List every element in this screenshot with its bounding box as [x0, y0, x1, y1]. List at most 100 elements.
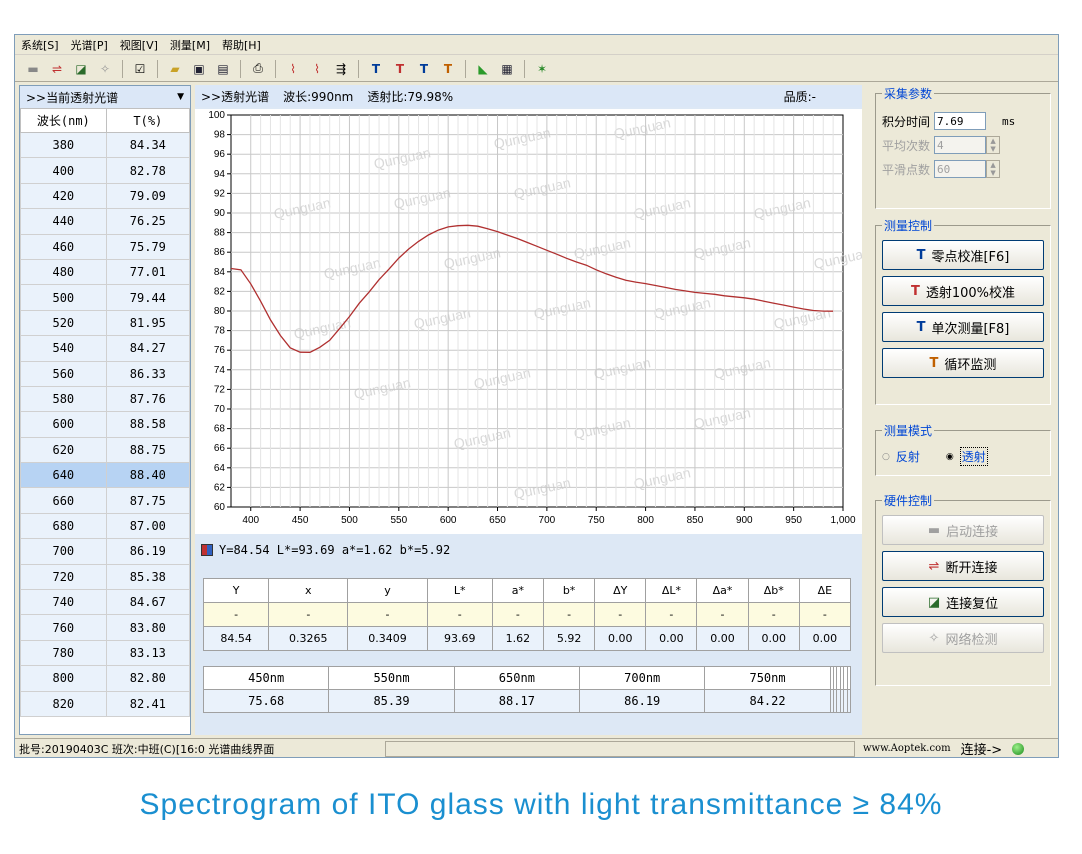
smoothing-points-stepper[interactable]: ▲ ▼ [986, 160, 1001, 178]
transmittance-cell: 88.40 [105, 462, 190, 489]
table-row: 75.68 85.39 88.17 86.19 84.22 [202, 689, 852, 713]
table-row[interactable]: 620 88.75 [20, 436, 190, 464]
color-ref-cell: - [747, 602, 800, 627]
check-icon[interactable]: ☑ [130, 59, 150, 79]
reset-connection-button[interactable]: ◪ 连接复位 [882, 587, 1044, 617]
save-icon[interactable]: ▣ [189, 59, 209, 79]
table-row[interactable]: 580 87.76 [20, 385, 190, 413]
wavelength-cell: 620 [20, 436, 107, 464]
table-row[interactable]: 700 86.19 [20, 538, 190, 565]
transmit-radio[interactable]: ◉ [946, 452, 954, 462]
wavelength-cell: 420 [20, 182, 107, 210]
table-row[interactable]: 680 87.00 [20, 512, 190, 540]
table-row[interactable]: 560 86.33 [20, 360, 190, 387]
average-count-input[interactable] [934, 136, 987, 154]
table-row[interactable]: 740 84.67 [20, 589, 190, 616]
wavelength-cell: 480 [20, 258, 107, 286]
zero-calibration-button[interactable]: T 零点校准[F6] [882, 240, 1044, 270]
single-measure-button[interactable]: T 单次测量[F8] [882, 312, 1044, 342]
spectrum-compare-icon[interactable]: ⌇ [307, 59, 327, 79]
column-header-transmittance[interactable]: T(%) [105, 108, 190, 133]
color-value-cell: 0.00 [696, 626, 749, 651]
full-calibration-icon[interactable]: T [390, 59, 410, 79]
transmit-label[interactable]: 透射 [959, 447, 988, 466]
measure-mode-group: 测量模式 ○ 反射 ◉ 透射 [875, 422, 1051, 476]
loop-monitor-button[interactable]: T 循环监测 [882, 348, 1044, 378]
average-count-stepper[interactable]: ▲ ▼ [986, 136, 1001, 154]
table-row[interactable]: 460 75.79 [20, 233, 190, 260]
table-row[interactable]: 380 84.34 [20, 131, 190, 159]
table-row[interactable]: 520 81.95 [20, 309, 190, 337]
wavelength-value-cell: 86.19 [579, 689, 706, 713]
color-header-cell: ΔY [594, 578, 647, 603]
full-calibration-button[interactable]: T 透射100%校准 [882, 276, 1044, 306]
table-row[interactable]: 600 88.58 [20, 411, 190, 438]
network-icon: ✧ [928, 630, 940, 646]
color-icon[interactable]: ◣ [473, 59, 493, 79]
integration-time-input[interactable] [934, 112, 987, 130]
single-measure-icon[interactable]: T [414, 59, 434, 79]
table-row[interactable]: 800 82.80 [20, 665, 190, 692]
disconnect-button[interactable]: ⇌ 断开连接 [882, 551, 1044, 581]
table-row[interactable]: 760 83.80 [20, 614, 190, 641]
zero-calibration-icon[interactable]: T [366, 59, 386, 79]
spectrum-icon[interactable]: ⌇ [283, 59, 303, 79]
table-row[interactable]: 400 82.78 [20, 157, 190, 184]
table-row[interactable]: 440 76.25 [20, 208, 190, 235]
wavelength-cell: 780 [20, 639, 107, 667]
color-header-cell: Δa* [696, 578, 749, 603]
print-icon[interactable]: ⎙ [248, 59, 268, 79]
run-icon[interactable]: ✶ [532, 59, 552, 79]
reset-icon[interactable]: ◪ [71, 59, 91, 79]
disconnect-icon[interactable]: ⇌ [47, 59, 67, 79]
toolbar-divider [240, 59, 241, 78]
reflect-label[interactable]: 反射 [896, 448, 920, 465]
y-tick-label: 98 [214, 130, 226, 141]
network-icon[interactable]: ✧ [95, 59, 115, 79]
menu-system[interactable]: 系统[S] [21, 37, 59, 53]
table-row[interactable]: 820 82.41 [20, 690, 190, 717]
wavelength-cell: 540 [20, 335, 107, 362]
grid-icon[interactable]: ▦ [497, 59, 517, 79]
menu-spectrum[interactable]: 光谱[P] [71, 37, 108, 53]
network-check-button[interactable]: ✧ 网络检测 [882, 623, 1044, 653]
loop-monitor-icon[interactable]: T [438, 59, 458, 79]
open-folder-icon[interactable]: ▰ [165, 59, 185, 79]
control-panel: 采集参数 积分时间 ms 平均次数 ▲▼ 平滑点数 ▲▼ 测量控制 T 零点校准… [867, 85, 1057, 735]
menu-help[interactable]: 帮助[H] [222, 37, 261, 53]
color-value-cell: 84.54 [202, 626, 270, 651]
chevron-down-icon[interactable]: ▼ [177, 92, 184, 102]
table-row[interactable]: 480 77.01 [20, 258, 190, 286]
table-row[interactable]: 660 87.75 [20, 487, 190, 514]
x-tick-label: 950 [785, 515, 802, 526]
wavelength-cell: 680 [20, 512, 107, 540]
wavelength-cell: 460 [20, 233, 107, 260]
save-as-icon[interactable]: ▤ [213, 59, 233, 79]
column-header-wavelength[interactable]: 波长(nm) [20, 108, 107, 133]
table-row[interactable]: 500 79.44 [20, 284, 190, 311]
menu-view[interactable]: 视图[V] [120, 37, 158, 53]
table-row[interactable]: 640 88.40 [20, 462, 190, 489]
table-row: Yx y L* a* b* ΔY ΔL* Δa* Δb* ΔE [202, 578, 852, 603]
disconnect-icon: ⇌ [928, 558, 940, 574]
spectrum-chart-svg[interactable]: QunguanQunguan QunguanQunguan Qunguan Qungu… [195, 109, 872, 534]
spectrum-chart[interactable]: Qunguan Qunguan Qunguan Qunguan Qunguan Qungu… [195, 109, 872, 534]
wavelength-value-cell: 85.39 [328, 689, 455, 713]
table-row[interactable]: 780 83.13 [20, 639, 190, 667]
x-tick-label: 600 [440, 515, 457, 526]
spectrum-select[interactable]: >>当前透射光谱 ▼ [20, 86, 190, 108]
transmittance-cell: 88.58 [105, 411, 190, 438]
color-value-cell: 1.62 [491, 626, 545, 651]
color-value-cell: 0.3265 [268, 626, 349, 651]
table-row[interactable]: 720 85.38 [20, 563, 190, 591]
table-row[interactable]: 540 84.27 [20, 335, 190, 362]
table-row[interactable]: 420 79.09 [20, 182, 190, 210]
wavelength-value-cell: 88.17 [453, 689, 581, 713]
reflect-radio[interactable]: ○ [882, 452, 890, 462]
x-tick-label: 1,000 [830, 515, 855, 526]
connect-icon[interactable]: ▬ [23, 59, 43, 79]
start-connection-button[interactable]: ▬ 启动连接 [882, 515, 1044, 545]
menu-measure[interactable]: 测量[M] [170, 37, 210, 53]
smoothing-points-input[interactable] [934, 160, 987, 178]
export-icon[interactable]: ⇶ [331, 59, 351, 79]
